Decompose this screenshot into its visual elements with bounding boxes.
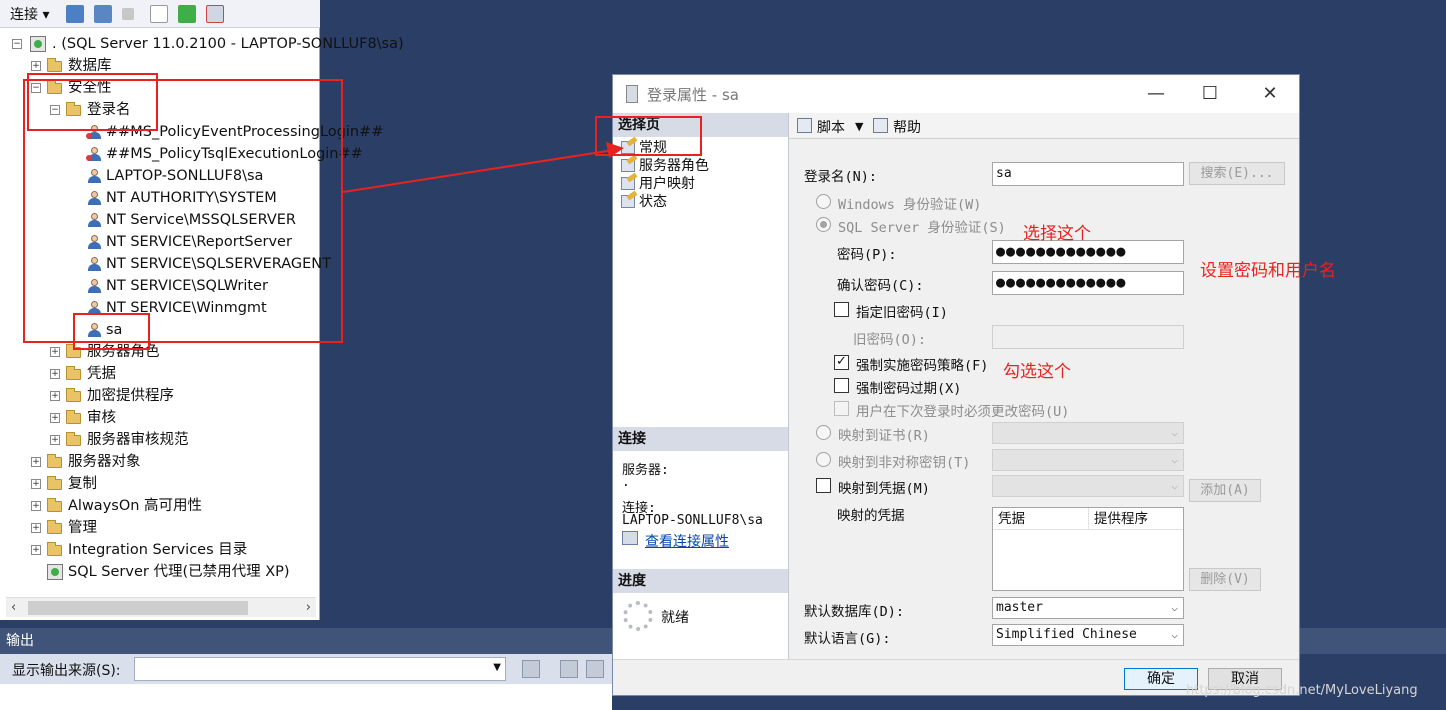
- annotation-select-this: 选择这个: [1023, 224, 1091, 244]
- annotation-arrow: [342, 142, 624, 193]
- annotation-check-this: 勾选这个: [1003, 362, 1071, 382]
- annotation-set-password: 设置密码和用户名: [1200, 261, 1336, 281]
- watermark: https://blog.csdn.net/MyLoveLiyang: [1186, 683, 1418, 698]
